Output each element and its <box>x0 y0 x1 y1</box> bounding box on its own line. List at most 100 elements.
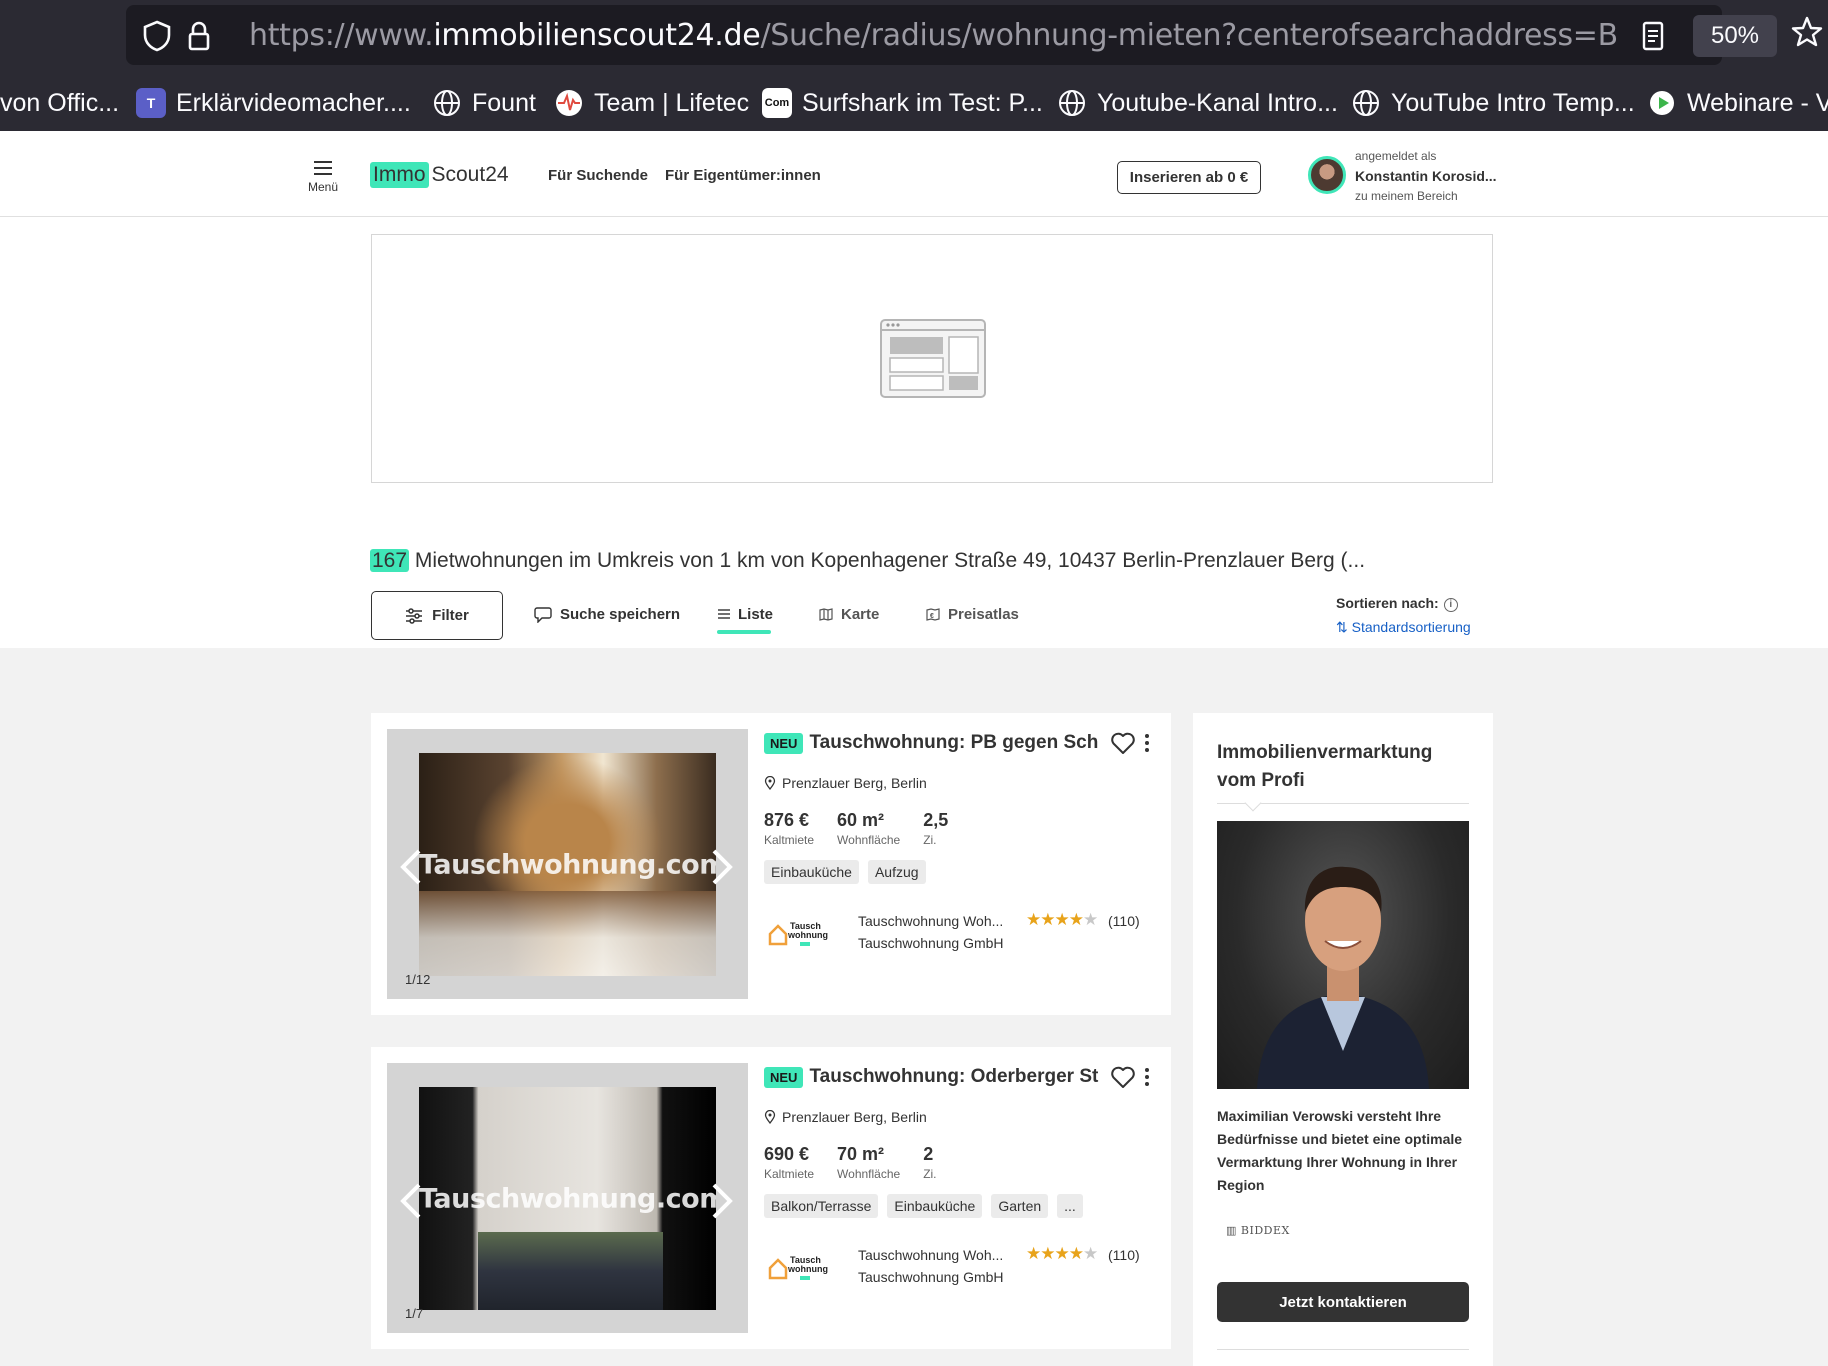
feature-tag: Garten <box>991 1194 1049 1218</box>
bookmark-label: YouTube Intro Temp... <box>1391 88 1635 117</box>
results-count: 167 <box>370 549 410 572</box>
listing-photo[interactable]: Tauschwohnung.com <box>419 753 716 976</box>
chevron-right-icon[interactable] <box>708 1181 736 1221</box>
tab-karte[interactable]: Karte <box>819 603 879 625</box>
bookmark-item[interactable]: YouTube Intro Temp... <box>1351 78 1635 128</box>
my-area-link[interactable]: zu meinem Bereich <box>1355 189 1497 203</box>
bookmark-item[interactable]: Com Surfshark im Test: P... <box>762 78 1043 128</box>
bookmark-item[interactable]: von Offic... <box>0 78 119 128</box>
more-tags-button[interactable]: ... <box>1057 1194 1083 1218</box>
menu-label: Menü <box>307 180 339 194</box>
bookmark-item[interactable]: Team | Lifetec <box>554 78 749 128</box>
immoscout24-logo[interactable]: Immo Scout24 <box>370 161 509 189</box>
tab-karte-label: Karte <box>841 605 880 623</box>
provider-company: Tauschwohnung GmbH <box>858 935 1004 951</box>
listing-location: Prenzlauer Berg, Berlin <box>764 775 1154 791</box>
heart-icon[interactable] <box>1110 1065 1136 1089</box>
sort-arrows-icon: ⇅ <box>1336 619 1352 635</box>
photo-gallery[interactable]: Tauschwohnung.com 1/7 <box>387 1063 748 1333</box>
agent-photo <box>1217 821 1469 1089</box>
contact-now-button[interactable]: Jetzt kontaktieren <box>1217 1282 1469 1322</box>
area-label: Wohnfläche <box>837 1167 901 1181</box>
more-options-icon[interactable] <box>1144 1067 1150 1087</box>
ad-placeholder-icon <box>880 319 986 398</box>
provider-info[interactable]: Tausch wohnung Tauschwohnung Woh... Tausc… <box>764 1244 1154 1288</box>
site-header: Menü Immo Scout24 Für Suchende Für Eigen… <box>0 131 1828 217</box>
rent-label: Kaltmiete <box>764 833 815 847</box>
bookmarks-bar: von Offic... T Erklärvideomacher.... Fou… <box>0 78 1828 128</box>
photo-counter: 1/7 <box>405 1306 424 1321</box>
listing-location: Prenzlauer Berg, Berlin <box>764 1109 1154 1125</box>
lifetec-icon <box>556 90 582 116</box>
listing-title[interactable]: Tauschwohnung: PB gegen Sch... <box>809 732 1099 754</box>
listing-photo[interactable]: Tauschwohnung.com <box>419 1087 716 1310</box>
bookmark-item[interactable]: Webinare - Ve <box>1647 78 1828 128</box>
ad-placeholder <box>371 234 1493 483</box>
bookmark-label: Erklärvideomacher.... <box>176 88 411 117</box>
provider-company: Tauschwohnung GmbH <box>858 1269 1004 1285</box>
heart-icon[interactable] <box>1110 731 1136 755</box>
bookmark-item[interactable]: Youtube-Kanal Intro... <box>1057 78 1338 128</box>
rating-count: (110) <box>1108 913 1140 929</box>
menu-button[interactable]: Menü <box>300 161 346 194</box>
tab-preisatlas[interactable]: € Preisatlas <box>926 603 1019 625</box>
area-value: 60 m² <box>837 810 885 830</box>
browser-chrome: https://www.immobilienscout24.de/Suche/r… <box>0 0 1828 131</box>
bookmark-star-icon[interactable] <box>1790 15 1824 49</box>
avatar[interactable] <box>1308 156 1346 194</box>
zoom-level-badge[interactable]: 50% <box>1693 15 1777 57</box>
sort-value: Standardsortierung <box>1351 619 1471 635</box>
chevron-left-icon[interactable] <box>397 847 425 887</box>
chevron-left-icon[interactable] <box>397 1181 425 1221</box>
tab-preisatlas-label: Preisatlas <box>948 605 1019 623</box>
url-text[interactable]: https://www.immobilienscout24.de/Suche/r… <box>249 19 1619 53</box>
feature-tag: Aufzug <box>867 860 926 884</box>
save-search-button[interactable]: Suche speichern <box>534 603 680 625</box>
info-icon[interactable]: i <box>1443 598 1458 612</box>
sort-dropdown[interactable]: ⇅ Standardsortierung <box>1336 619 1471 636</box>
lock-icon[interactable] <box>182 19 216 53</box>
bookmark-label: von Offic... <box>0 88 120 117</box>
more-options-icon[interactable] <box>1144 733 1150 753</box>
rating-stars: ★★★★★ <box>1026 1244 1098 1263</box>
feature-tags: Einbauküche Aufzug <box>764 860 1154 884</box>
url-bar[interactable]: https://www.immobilienscout24.de/Suche/r… <box>126 5 1777 65</box>
location-text: Prenzlauer Berg, Berlin <box>782 775 927 791</box>
bookmark-label: Webinare - Ve <box>1687 88 1828 117</box>
location-pin-icon <box>764 1110 776 1124</box>
provider-info[interactable]: Tausch wohnung Tauschwohnung Woh... Tausc… <box>764 910 1154 954</box>
nav-link-fuer-eigentuemer[interactable]: Für Eigentümer:innen <box>665 167 821 184</box>
tab-liste[interactable]: Liste <box>718 603 773 625</box>
listing-info: NEU Tauschwohnung: Oderberger St... Pren… <box>764 1063 1154 1288</box>
new-badge: NEU <box>764 732 804 754</box>
chevron-right-icon[interactable] <box>708 847 736 887</box>
bookmark-item[interactable]: T Erklärvideomacher.... <box>136 78 411 128</box>
provider-name: Tauschwohnung Woh... <box>858 913 1004 929</box>
new-badge: NEU <box>764 1066 804 1088</box>
logo-immo-text: Immo <box>370 162 429 188</box>
photo-gallery[interactable]: Tauschwohnung.com 1/12 <box>387 729 748 999</box>
bookmark-label: Team | Lifetec <box>594 88 750 117</box>
promo-title: Immobilienvermarktung vom Profi <box>1217 742 1433 791</box>
rating-count: (110) <box>1108 1247 1140 1263</box>
user-account-block[interactable]: angemeldet als Konstantin Korosid... zu … <box>1355 149 1497 203</box>
reader-view-icon[interactable] <box>1636 19 1670 53</box>
feature-tag: Einbauküche <box>764 860 859 884</box>
bookmark-item[interactable]: Fount <box>432 78 536 128</box>
filter-button[interactable]: Filter <box>371 591 503 640</box>
sort-control[interactable]: Sortieren nach: i ⇅ Standardsortierung <box>1336 595 1471 636</box>
globe-icon <box>1059 90 1085 116</box>
nav-link-fuer-suchende[interactable]: Für Suchende <box>548 167 648 184</box>
key-facts: 690 € Kaltmiete 70 m² Wohnfläche 2 Zi. <box>764 1144 1154 1181</box>
listing-title[interactable]: Tauschwohnung: Oderberger St... <box>809 1066 1099 1088</box>
listing-card[interactable]: Tauschwohnung.com 1/7 NEU Tauschwohnung:… <box>371 1047 1171 1349</box>
rent-value: 876 € <box>764 810 810 830</box>
webinar-icon <box>1650 91 1674 115</box>
insert-listing-button[interactable]: Inserieren ab 0 € <box>1117 161 1261 194</box>
svg-text:€: € <box>930 613 934 620</box>
active-tab-indicator <box>717 630 771 634</box>
hamburger-menu-icon <box>314 161 332 175</box>
price-atlas-icon: € <box>926 607 940 621</box>
shield-icon[interactable] <box>140 19 174 53</box>
listing-card[interactable]: Tauschwohnung.com 1/12 NEU Tauschwohnung… <box>371 713 1171 1015</box>
